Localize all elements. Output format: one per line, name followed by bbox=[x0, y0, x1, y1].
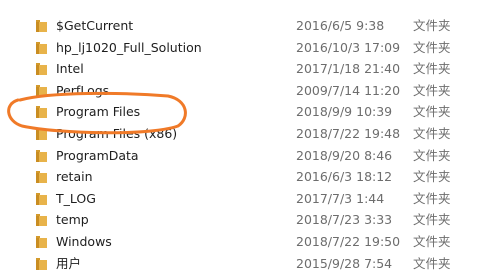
modified-date: 2018/7/23 3:33 bbox=[296, 212, 393, 228]
item-type: 文件夹 bbox=[413, 212, 451, 228]
modified-date: 2015/9/28 7:54 bbox=[296, 255, 393, 271]
folder-row[interactable]: temp 2018/7/23 3:33 文件夹 bbox=[0, 209, 488, 231]
folder-icon bbox=[36, 19, 47, 32]
folder-name[interactable]: Intel bbox=[56, 60, 84, 77]
folder-icon bbox=[36, 257, 47, 270]
folder-icon bbox=[36, 62, 47, 76]
folder-name[interactable]: $GetCurrent bbox=[56, 17, 133, 34]
folder-row[interactable]: ProgramData 2018/9/20 8:46 文件夹 bbox=[0, 145, 488, 167]
modified-date: 2018/9/20 8:46 bbox=[296, 147, 393, 163]
folder-row[interactable]: Windows 2018/7/22 19:50 文件夹 bbox=[0, 231, 488, 253]
item-type: 文件夹 bbox=[413, 104, 451, 120]
folder-name[interactable]: temp bbox=[56, 211, 89, 228]
item-type: 文件夹 bbox=[413, 82, 451, 98]
item-type: 文件夹 bbox=[413, 190, 451, 206]
modified-date: 2018/9/9 10:39 bbox=[296, 104, 393, 120]
modified-date: 2016/6/5 9:38 bbox=[296, 18, 385, 33]
modified-date: 2016/6/3 18:12 bbox=[296, 169, 393, 185]
modified-date: 2009/7/14 11:20 bbox=[296, 82, 401, 98]
folder-icon bbox=[36, 84, 47, 97]
modified-date: 2018/7/22 19:50 bbox=[296, 234, 401, 249]
modified-date: 2017/1/18 21:40 bbox=[296, 61, 401, 77]
modified-date: 2016/10/3 17:09 bbox=[296, 39, 401, 55]
folder-row[interactable]: Intel 2017/1/18 21:40 文件夹 bbox=[0, 58, 488, 80]
folder-row[interactable]: 用户 2015/9/28 7:54 文件夹 bbox=[0, 253, 488, 275]
folder-row[interactable]: T_LOG 2017/7/3 1:44 文件夹 bbox=[0, 188, 488, 210]
folder-icon bbox=[36, 213, 47, 227]
item-type: 文件夹 bbox=[413, 234, 451, 249]
folder-icon bbox=[36, 41, 47, 54]
folder-name[interactable]: 用户 bbox=[56, 255, 81, 272]
folder-row[interactable]: $GetCurrent 2016/6/5 9:38 文件夹 bbox=[0, 15, 488, 37]
modified-date: 2017/7/3 1:44 bbox=[296, 190, 385, 206]
item-type: 文件夹 bbox=[413, 169, 451, 185]
folder-icon bbox=[36, 170, 47, 184]
item-type: 文件夹 bbox=[413, 126, 451, 141]
folder-icon bbox=[36, 127, 47, 140]
folder-row[interactable]: Program Files (x86) 2018/7/22 19:48 文件夹 bbox=[0, 123, 488, 145]
folder-row[interactable]: retain 2016/6/3 18:12 文件夹 bbox=[0, 166, 488, 188]
folder-row-highlighted[interactable]: Program Files 2018/9/9 10:39 文件夹 bbox=[0, 101, 488, 123]
item-type: 文件夹 bbox=[413, 147, 451, 163]
folder-name[interactable]: Program Files (x86) bbox=[56, 125, 177, 142]
folder-name[interactable]: hp_lj1020_Full_Solution bbox=[56, 39, 202, 56]
folder-icon bbox=[36, 149, 47, 162]
item-type: 文件夹 bbox=[413, 255, 451, 271]
folder-name[interactable]: Program Files bbox=[56, 103, 140, 120]
folder-name[interactable]: Windows bbox=[56, 233, 112, 250]
file-explorer-list: $GetCurrent 2016/6/5 9:38 文件夹 hp_lj1020_… bbox=[0, 0, 488, 275]
folder-icon bbox=[36, 105, 47, 119]
item-type: 文件夹 bbox=[413, 61, 451, 77]
item-type: 文件夹 bbox=[413, 18, 451, 33]
modified-date: 2018/7/22 19:48 bbox=[296, 126, 401, 141]
folder-icon bbox=[36, 235, 47, 248]
item-type: 文件夹 bbox=[413, 39, 451, 55]
folder-row[interactable]: hp_lj1020_Full_Solution 2016/10/3 17:09 … bbox=[0, 37, 488, 59]
folder-row[interactable]: PerfLogs 2009/7/14 11:20 文件夹 bbox=[0, 80, 488, 102]
folder-icon bbox=[36, 192, 47, 205]
folder-name[interactable]: PerfLogs bbox=[56, 82, 109, 99]
folder-name[interactable]: retain bbox=[56, 168, 93, 185]
folder-name[interactable]: T_LOG bbox=[56, 190, 96, 207]
folder-name[interactable]: ProgramData bbox=[56, 147, 139, 164]
